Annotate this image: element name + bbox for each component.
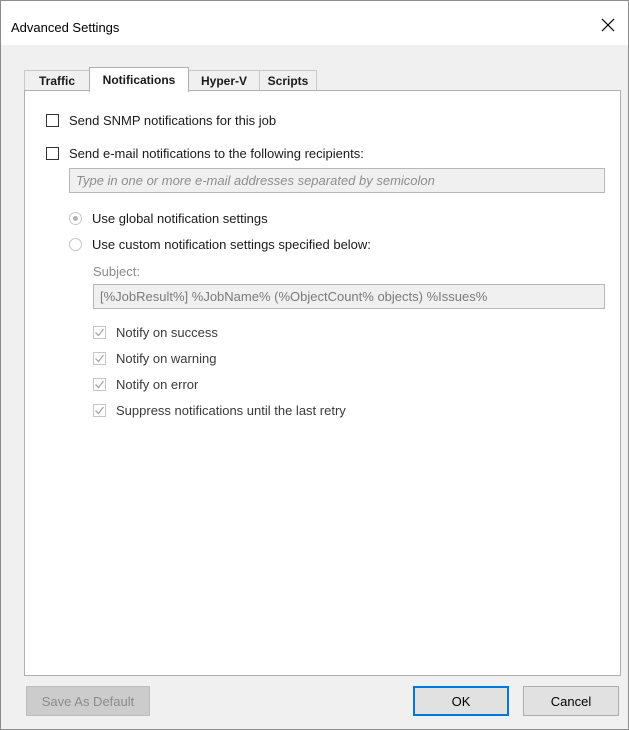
notify-warning-checkbox[interactable] <box>93 352 106 365</box>
checkmark-icon <box>95 328 105 337</box>
suppress-notifications-label: Suppress notifications until the last re… <box>116 403 346 418</box>
suppress-notifications-checkbox[interactable] <box>93 404 106 417</box>
subject-field[interactable]: [%JobResult%] %JobName% (%ObjectCount% o… <box>93 284 605 309</box>
advanced-settings-dialog: Advanced Settings Traffic Notifications … <box>0 0 629 730</box>
snmp-option[interactable]: Send SNMP notifications for this job <box>46 113 276 128</box>
close-button[interactable] <box>588 11 628 39</box>
email-checkbox[interactable] <box>46 147 59 160</box>
tab-notifications[interactable]: Notifications <box>89 67 189 92</box>
radio-global-label: Use global notification settings <box>92 211 268 226</box>
notify-success-option[interactable]: Notify on success <box>93 325 218 340</box>
ok-label: OK <box>451 693 471 709</box>
tab-traffic[interactable]: Traffic <box>24 70 90 91</box>
email-recipients-field[interactable]: Type in one or more e-mail addresses sep… <box>69 168 605 193</box>
tab-hyper-v-label: Hyper-V <box>200 74 247 88</box>
notify-error-option[interactable]: Notify on error <box>93 377 198 392</box>
title-bar: Advanced Settings <box>1 1 628 45</box>
tab-notifications-label: Notifications <box>102 73 176 87</box>
save-as-default-label: Save As Default <box>41 693 135 709</box>
window-title: Advanced Settings <box>11 20 120 35</box>
radio-custom-option[interactable]: Use custom notification settings specifi… <box>69 237 371 252</box>
radio-global-dot <box>73 216 78 221</box>
ok-button[interactable]: OK <box>413 686 509 716</box>
close-icon <box>601 18 615 32</box>
checkmark-icon <box>95 354 105 363</box>
checkmark-icon <box>95 380 105 389</box>
tab-hyper-v[interactable]: Hyper-V <box>188 70 260 91</box>
cancel-button[interactable]: Cancel <box>523 686 619 716</box>
save-as-default-button[interactable]: Save As Default <box>26 686 150 716</box>
notify-success-label: Notify on success <box>116 325 218 340</box>
tab-traffic-label: Traffic <box>38 74 75 88</box>
notify-success-checkbox[interactable] <box>93 326 106 339</box>
email-option[interactable]: Send e-mail notifications to the followi… <box>46 146 364 161</box>
radio-global[interactable] <box>69 212 82 225</box>
cancel-label: Cancel <box>550 693 592 709</box>
notifications-panel: Send SNMP notifications for this job Sen… <box>24 90 621 676</box>
email-label: Send e-mail notifications to the followi… <box>69 146 364 161</box>
notify-warning-option[interactable]: Notify on warning <box>93 351 216 366</box>
checkmark-icon <box>95 406 105 415</box>
notify-warning-label: Notify on warning <box>116 351 217 366</box>
notify-error-checkbox[interactable] <box>93 378 106 391</box>
subject-value: [%JobResult%] %JobName% (%ObjectCount% o… <box>100 289 488 304</box>
radio-global-option[interactable]: Use global notification settings <box>69 211 268 226</box>
tab-scripts[interactable]: Scripts <box>259 70 317 91</box>
suppress-notifications-option[interactable]: Suppress notifications until the last re… <box>93 403 346 418</box>
tab-scripts-label: Scripts <box>267 74 309 88</box>
snmp-label: Send SNMP notifications for this job <box>69 113 277 128</box>
snmp-checkbox[interactable] <box>46 114 59 127</box>
radio-custom-label: Use custom notification settings specifi… <box>92 237 371 252</box>
email-recipients-placeholder: Type in one or more e-mail addresses sep… <box>76 173 435 188</box>
radio-custom[interactable] <box>69 238 82 251</box>
subject-label: Subject: <box>93 264 140 279</box>
notify-error-label: Notify on error <box>116 377 199 392</box>
